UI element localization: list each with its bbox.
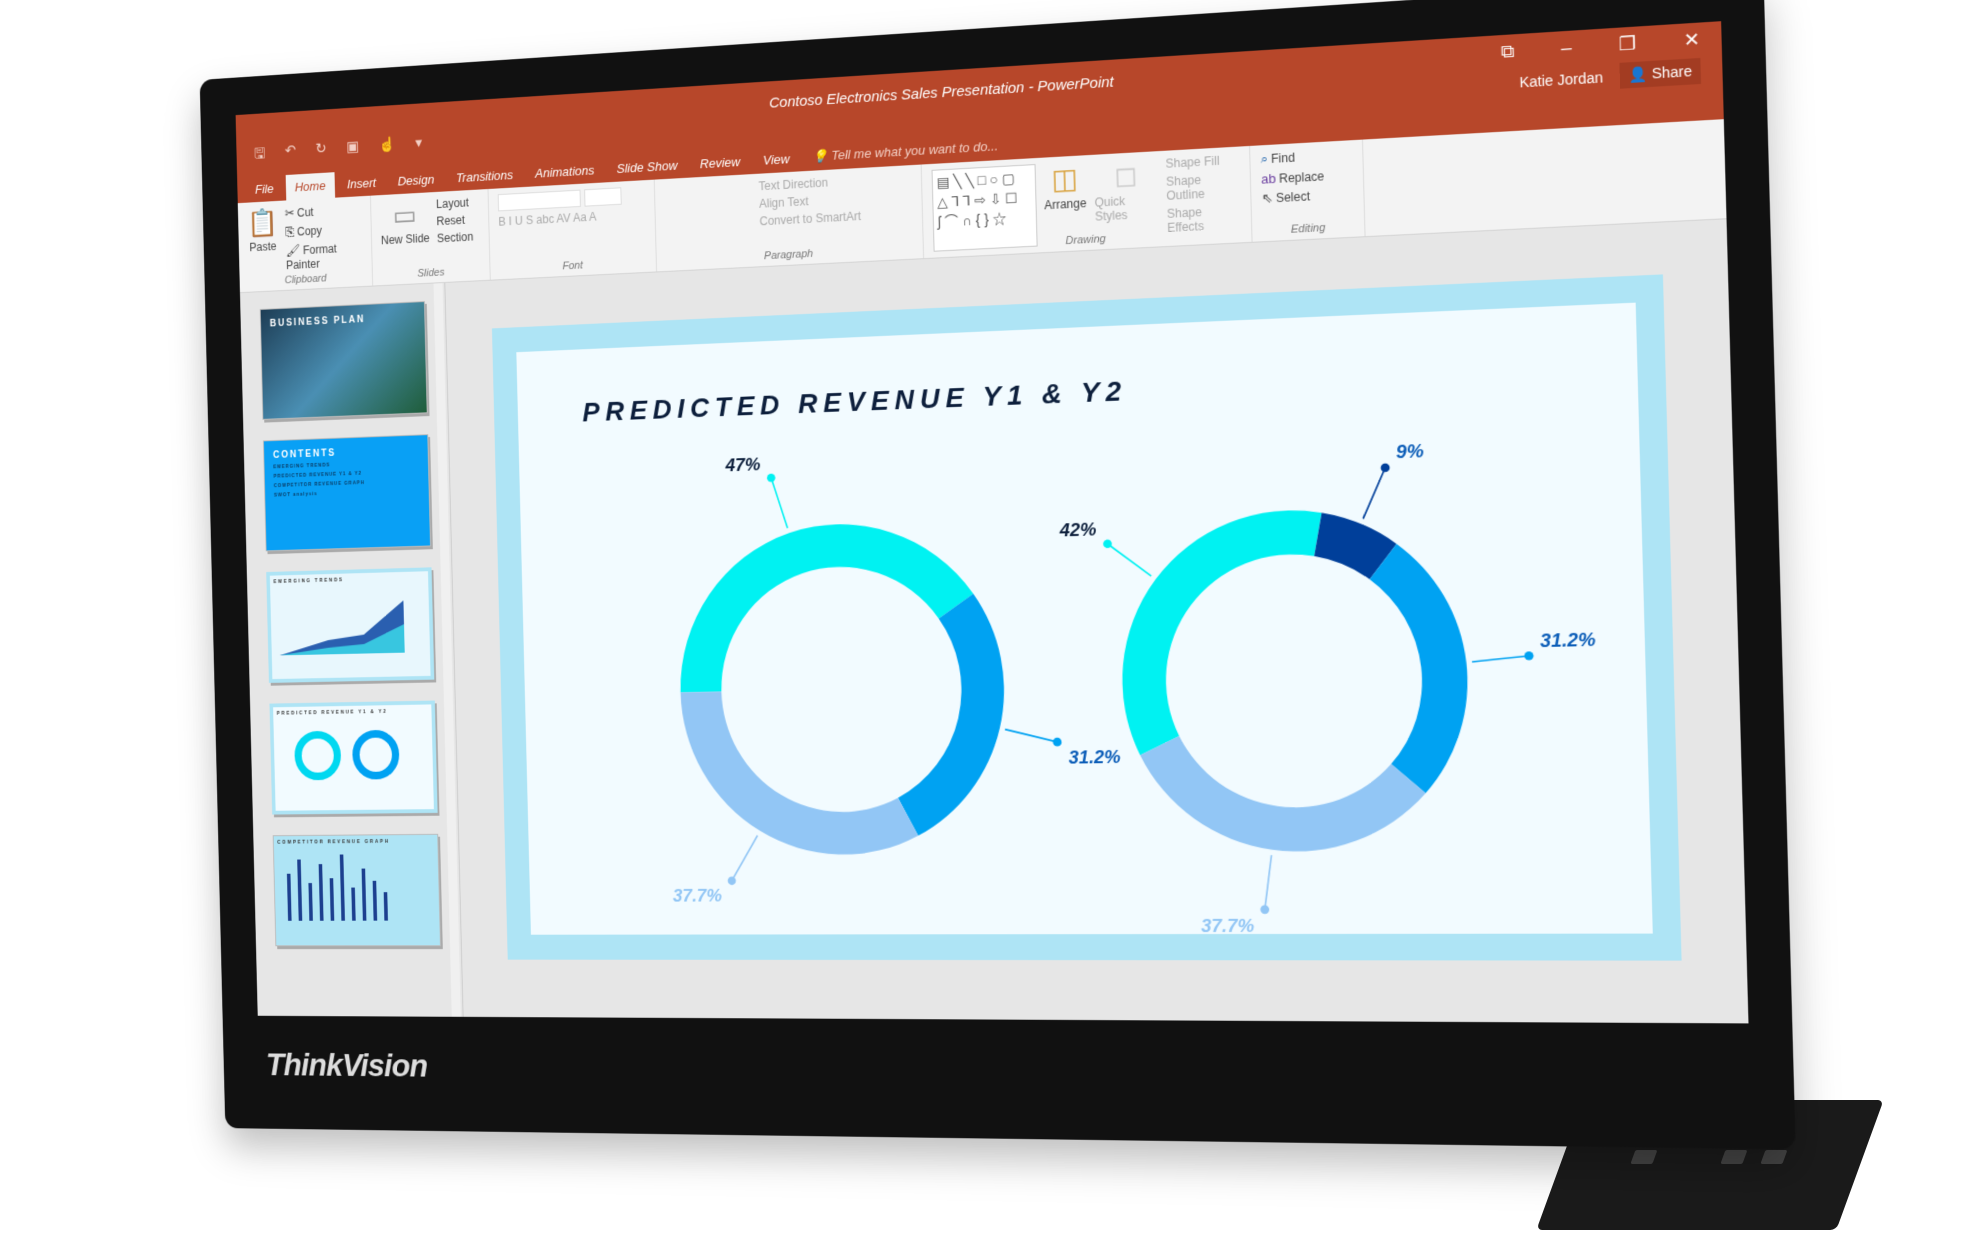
area-chart-thumbnail bbox=[278, 600, 405, 656]
powerpoint-window: 🖫 ↶ ↻ ▣ ☝ ▾ Contoso Electronics Sales Pr… bbox=[235, 21, 1749, 1024]
leader-dot bbox=[1524, 651, 1534, 661]
current-slide: PREDICTED REVENUE Y1 & Y2 47% 31.2% 37.7% 4… bbox=[491, 274, 1682, 961]
customize-qat-icon[interactable]: ▾ bbox=[415, 134, 422, 158]
font-group: B I U S abc AV Aa A Font bbox=[488, 179, 658, 280]
select-button[interactable]: ⇖ Select bbox=[1261, 187, 1324, 207]
brush-icon: 🖌 bbox=[285, 243, 301, 258]
clipboard-icon: 📋 bbox=[246, 207, 279, 239]
data-label: 9% bbox=[1396, 440, 1424, 463]
donut-thumbnail bbox=[277, 714, 413, 792]
donut-charts: 47% 31.2% 37.7% 42% 9% 31.2% 37.7% bbox=[672, 440, 1596, 935]
replace-button[interactable]: ab Replace bbox=[1261, 168, 1324, 187]
quick-styles-icon: ◻ bbox=[1113, 159, 1138, 192]
slide-thumbnail-5[interactable]: COMPETITOR REVENUE GRAPH bbox=[272, 833, 441, 947]
tab-design[interactable]: Design bbox=[388, 166, 443, 195]
data-label: 31.2% bbox=[1068, 746, 1121, 768]
shape-fill-button[interactable]: Shape Fill bbox=[1165, 153, 1239, 171]
donut-segment bbox=[1368, 541, 1471, 794]
find-button[interactable]: ⌕ Find bbox=[1260, 148, 1323, 168]
tab-home[interactable]: Home bbox=[285, 172, 335, 201]
undo-icon[interactable]: ↶ bbox=[285, 141, 297, 165]
leader-dot bbox=[766, 473, 776, 483]
search-icon: ⌕ bbox=[1260, 150, 1269, 167]
slides-group: ▭ New Slide Layout Reset Section Slides bbox=[370, 188, 491, 286]
shape-outline-button[interactable]: Shape Outline bbox=[1166, 171, 1240, 203]
slide-thumbnails-pane: BUSINESS PLAN CONTENTS EMERGING TRENDS P… bbox=[239, 282, 464, 1017]
slide-content: PREDICTED REVENUE Y1 & Y2 47% 31.2% 37.7% 4… bbox=[516, 302, 1653, 935]
cursor-icon: ⇖ bbox=[1261, 190, 1273, 206]
editing-group: ⌕ Find ab Replace ⇖ Select Editing bbox=[1250, 139, 1366, 242]
usb-port bbox=[1720, 1150, 1748, 1164]
replace-icon: ab bbox=[1260, 170, 1277, 187]
leader-line bbox=[1108, 543, 1152, 578]
new-slide-icon: ▭ bbox=[392, 199, 417, 231]
scissors-icon: ✂ bbox=[284, 205, 295, 221]
monitor: ThinkVision 🖫 ↶ ↻ ▣ ☝ ▾ Contoso Electron… bbox=[199, 0, 1796, 1150]
restore-icon[interactable]: ❐ bbox=[1618, 33, 1636, 56]
data-label: 37.7% bbox=[1201, 914, 1255, 934]
tab-file[interactable]: File bbox=[246, 175, 283, 202]
slide-thumbnail-1[interactable]: BUSINESS PLAN bbox=[259, 301, 428, 420]
leader-line bbox=[1472, 656, 1529, 662]
align-text-button[interactable]: Align Text bbox=[759, 192, 861, 210]
user-account[interactable]: Katie Jordan bbox=[1519, 69, 1603, 91]
font-size-select[interactable] bbox=[584, 187, 622, 207]
touch-mode-icon[interactable]: ☝ bbox=[379, 135, 396, 160]
leader-line bbox=[771, 477, 787, 528]
donut-segment bbox=[1118, 509, 1329, 756]
leader-dot bbox=[1052, 737, 1062, 747]
donut-segment bbox=[676, 520, 976, 693]
donut-segment bbox=[680, 687, 919, 856]
font-format-buttons[interactable]: B I U S abc AV Aa A bbox=[498, 208, 622, 229]
usb-port bbox=[1630, 1150, 1658, 1164]
donut-segment bbox=[892, 592, 1008, 836]
data-label: 42% bbox=[1058, 518, 1096, 540]
convert-smartart-button[interactable]: Convert to SmartArt bbox=[759, 209, 861, 228]
minimize-icon[interactable]: – bbox=[1561, 37, 1572, 59]
text-direction-button[interactable]: Text Direction bbox=[758, 174, 860, 194]
close-icon[interactable]: ✕ bbox=[1683, 29, 1700, 52]
data-label: 31.2% bbox=[1540, 628, 1596, 651]
paste-button[interactable]: 📋 Paste bbox=[247, 207, 280, 287]
leader-dot bbox=[1260, 905, 1270, 914]
copy-icon: ⎘ bbox=[284, 224, 295, 240]
leader-dot bbox=[1380, 463, 1390, 473]
data-label: 47% bbox=[724, 453, 760, 475]
lightbulb-icon: 💡 bbox=[812, 148, 829, 164]
layout-button[interactable]: Layout bbox=[436, 196, 473, 211]
reset-button[interactable]: Reset bbox=[436, 213, 473, 228]
section-button[interactable]: Section bbox=[437, 230, 474, 245]
leader-line bbox=[1263, 855, 1273, 909]
drawing-group: ▤ ╲ ╲ □ ○ ▢ △ ⅂ ⅂ ⇨ ⇩ ☐ ʃ ⌒ ∩ { } ☆ ◫ Arran… bbox=[921, 145, 1253, 259]
format-painter-button[interactable]: 🖌 Format Painter bbox=[285, 240, 362, 272]
redo-icon[interactable]: ↻ bbox=[315, 140, 327, 164]
data-label: 37.7% bbox=[672, 885, 722, 906]
power-button bbox=[1760, 1150, 1788, 1164]
cut-button[interactable]: ✂ Cut bbox=[285, 202, 362, 221]
present-icon[interactable]: ▣ bbox=[346, 138, 359, 162]
donut-segment bbox=[1139, 732, 1428, 853]
leader-line bbox=[1005, 728, 1057, 742]
font-name-select[interactable] bbox=[497, 189, 581, 212]
slide-thumbnail-4[interactable]: PREDICTED REVENUE Y1 & Y2 bbox=[269, 700, 438, 815]
arrange-icon: ◫ bbox=[1051, 162, 1079, 195]
tab-review[interactable]: Review bbox=[690, 148, 750, 178]
ribbon-display-icon[interactable]: ⧉ bbox=[1501, 40, 1515, 62]
tab-insert[interactable]: Insert bbox=[338, 169, 386, 197]
brand-logo: ThinkVision bbox=[265, 1046, 428, 1085]
share-button[interactable]: 👤 Share bbox=[1619, 57, 1702, 89]
leader-line bbox=[731, 835, 759, 880]
slide-thumbnail-2[interactable]: CONTENTS EMERGING TRENDS PREDICTED REVEN… bbox=[262, 434, 431, 552]
person-icon: 👤 bbox=[1628, 65, 1652, 84]
leader-dot bbox=[727, 876, 737, 886]
slide-editor: PREDICTED REVENUE Y1 & Y2 47% 31.2% 37.7% 4… bbox=[445, 219, 1748, 1023]
leader-line bbox=[1362, 468, 1387, 519]
slide-thumbnail-3[interactable]: EMERGING TRENDS bbox=[266, 567, 435, 683]
bar-chart-thumbnail bbox=[286, 854, 388, 921]
paragraph-group: Text Direction Align Text Convert to Sma… bbox=[654, 164, 925, 272]
clipboard-group: 📋 Paste ✂ Cut ⎘ Copy 🖌 Format Painter Clipbo… bbox=[237, 195, 374, 293]
save-icon[interactable]: 🖫 bbox=[254, 143, 266, 167]
tab-view[interactable]: View bbox=[753, 145, 799, 174]
copy-button[interactable]: ⎘ Copy bbox=[285, 221, 362, 240]
